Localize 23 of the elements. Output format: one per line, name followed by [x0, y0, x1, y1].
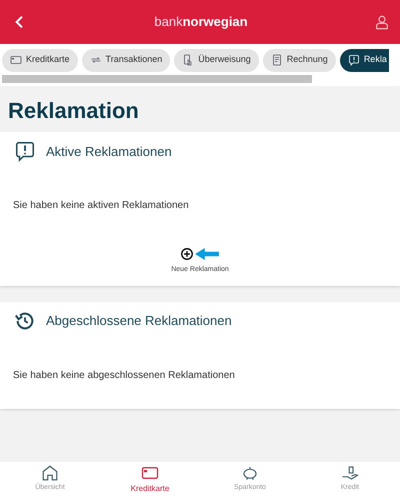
page-title: Reklamation	[7, 97, 140, 125]
empty-message: Sie haben keine abgeschlossenen Reklamationen	[12, 368, 236, 383]
section-title: Abgeschlossene Reklamationen	[46, 312, 232, 330]
nav-item[interactable]: Kreditkarte	[100, 462, 200, 496]
history-icon	[14, 310, 36, 332]
speech-bubble-alert-icon	[14, 140, 36, 162]
house-icon	[41, 464, 59, 482]
speech-bubble-alert-icon	[348, 54, 360, 66]
tab[interactable]: Rechnung	[262, 48, 336, 72]
phone-icon	[182, 54, 194, 66]
tab[interactable]: Transaktionen	[82, 48, 170, 72]
card-icon	[10, 54, 22, 66]
scrollbar[interactable]	[0, 72, 400, 86]
hand-coins-icon	[341, 464, 359, 482]
tab[interactable]: Kreditkarte	[2, 48, 78, 72]
tab[interactable]: Rekla	[340, 48, 389, 72]
empty-message: Sie haben keine aktiven Reklamationen	[12, 199, 190, 214]
document-icon	[270, 54, 283, 66]
add-circle-icon	[180, 247, 194, 262]
user-icon	[374, 14, 390, 30]
tab[interactable]: Überweisung	[174, 48, 259, 72]
bank-logo: banknorwegian	[154, 13, 248, 32]
section-title: Aktive Reklamationen	[46, 142, 172, 161]
